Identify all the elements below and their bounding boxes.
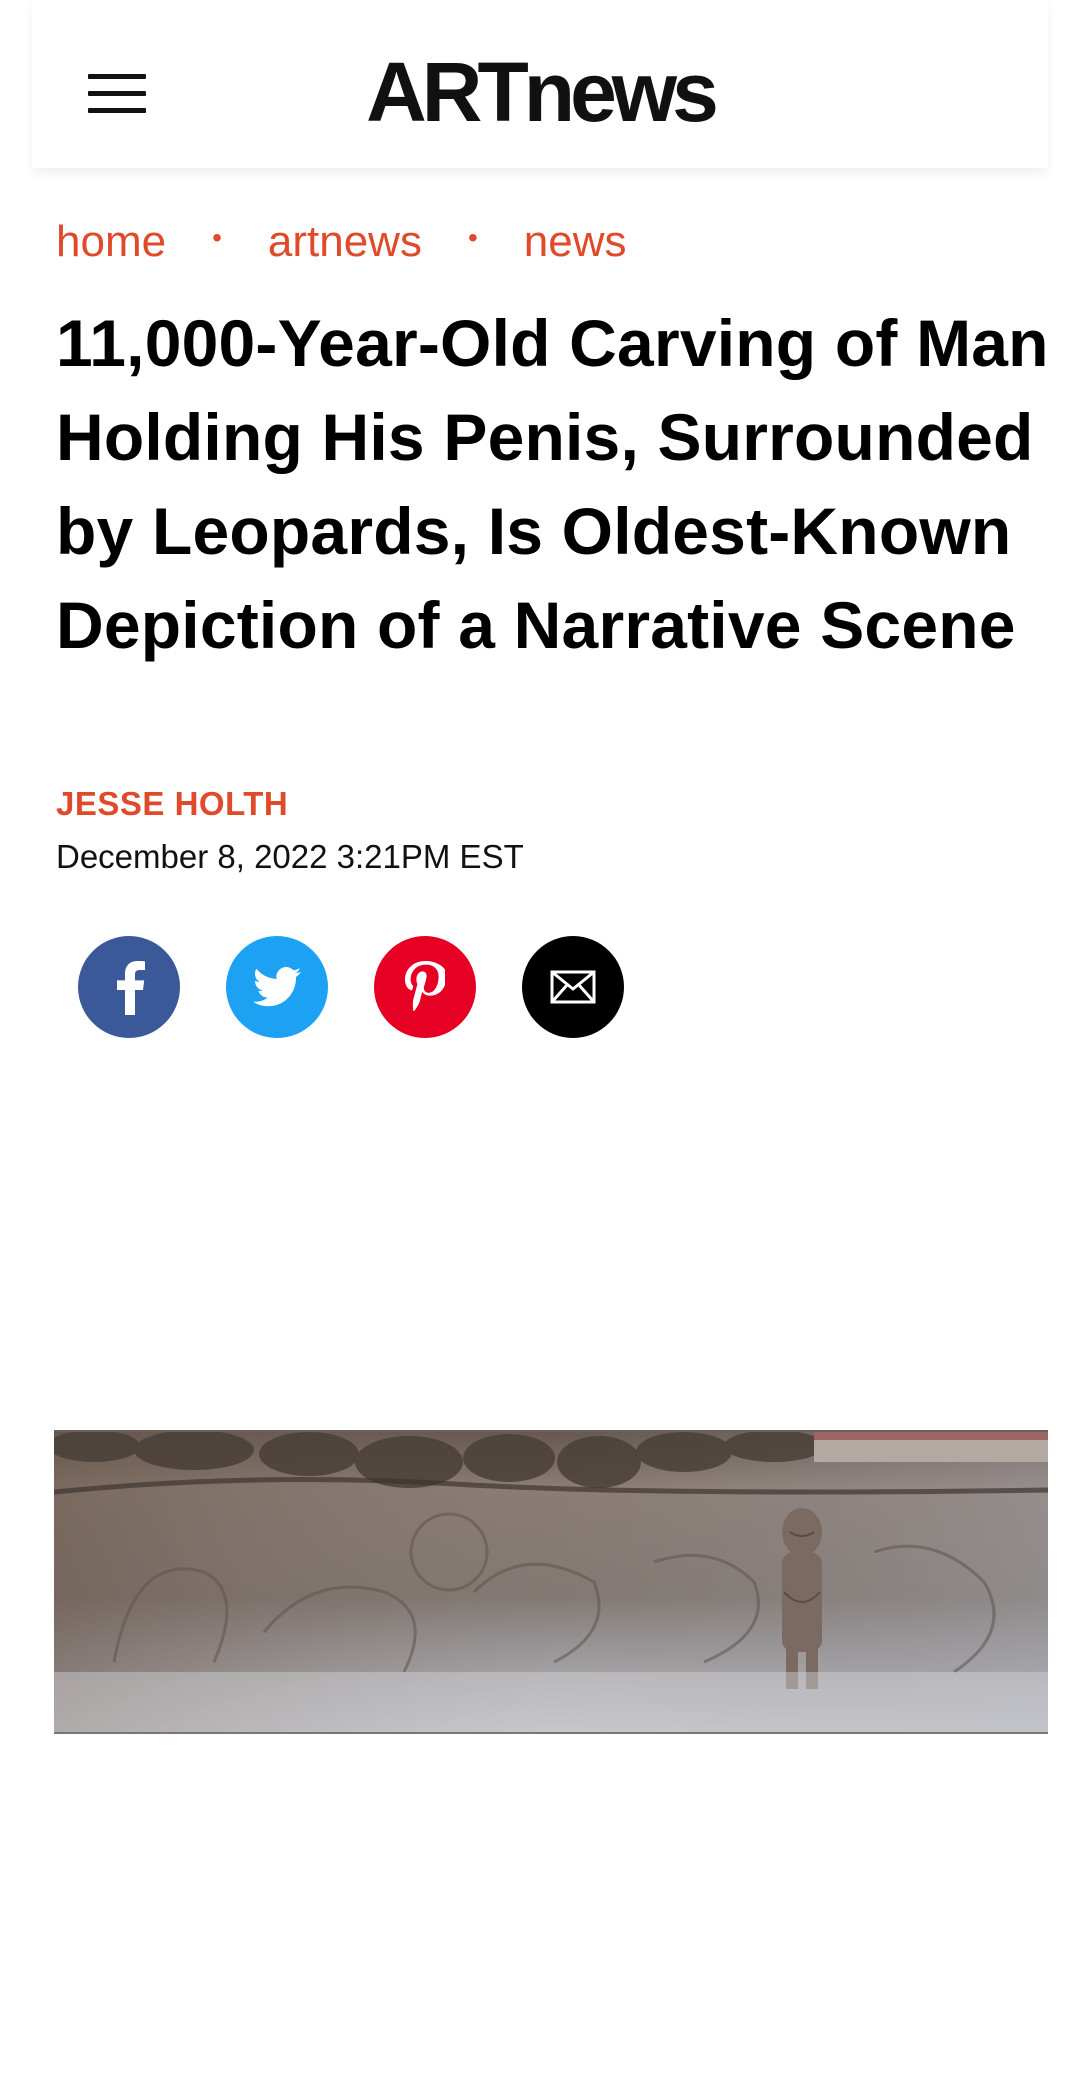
artnews-logo[interactable]: ARTnews	[32, 50, 1048, 134]
article-hero-image[interactable]	[54, 1430, 1048, 1734]
breadcrumb-artnews-link[interactable]: artnews	[268, 217, 422, 267]
share-email-button[interactable]	[522, 936, 624, 1038]
breadcrumb-separator: •	[467, 222, 478, 253]
share-twitter-button[interactable]	[226, 936, 328, 1038]
facebook-icon	[117, 961, 145, 1015]
breadcrumb-home-link[interactable]: home	[56, 217, 166, 267]
breadcrumb: home • artnews • news	[56, 212, 627, 272]
twitter-icon	[253, 967, 301, 1007]
share-facebook-button[interactable]	[78, 936, 180, 1038]
site-header: ARTnews	[32, 0, 1048, 168]
carved-stone-bench-image	[54, 1432, 1048, 1732]
publish-date: December 8, 2022 3:21PM EST	[56, 838, 524, 875]
breadcrumb-separator: •	[212, 222, 222, 253]
email-icon	[550, 970, 596, 1004]
breadcrumb-news-link[interactable]: news	[524, 217, 627, 267]
share-pinterest-button[interactable]	[374, 936, 476, 1038]
author-link[interactable]: JESSE HOLTH	[56, 785, 288, 823]
article-headline: 11,000-Year-Old Carving of Man Holding H…	[56, 306, 1049, 662]
pinterest-icon	[405, 961, 445, 1012]
